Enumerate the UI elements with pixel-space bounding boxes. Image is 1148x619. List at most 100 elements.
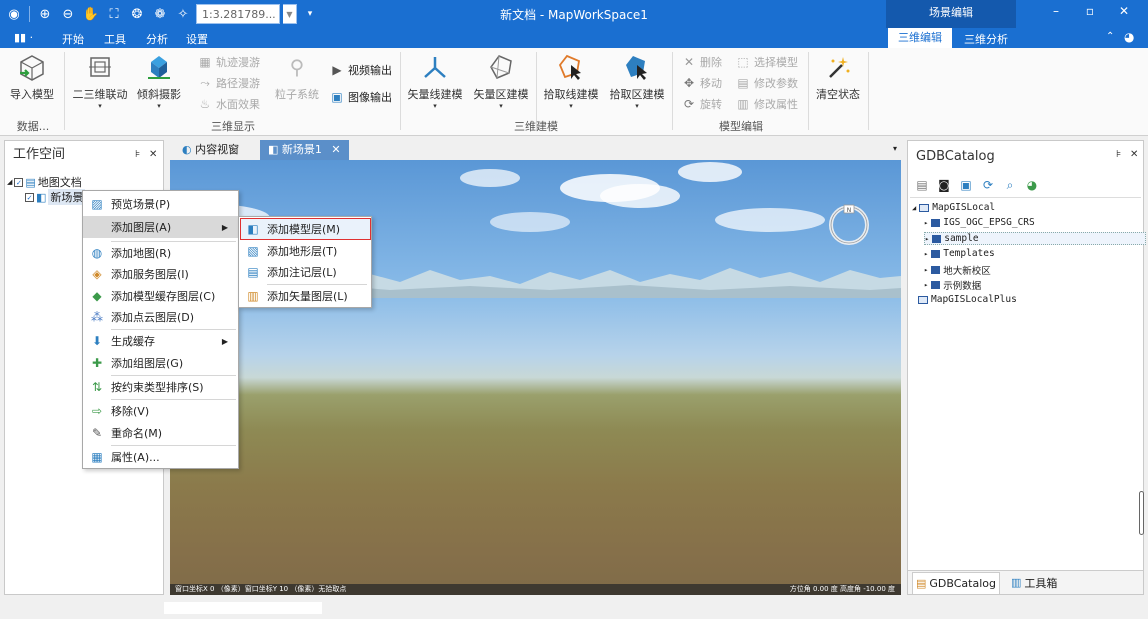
- particle-system-button[interactable]: ⚲ 粒子系统: [272, 52, 322, 102]
- zoom-in-icon[interactable]: ⊕: [35, 4, 55, 24]
- menu-item-remove[interactable]: ⇨ 移除(V): [83, 400, 238, 422]
- pin-icon[interactable]: ⊧: [1116, 149, 1121, 160]
- submenu-arrow-icon: ▶: [221, 336, 228, 346]
- context-menu: ▨ 预览场景(P) 添加图层(A) ▶ ◍ 添加地图(R) ◈ 添加服务图层(I) ◆ 添…: [82, 190, 239, 469]
- clear-magic-icon[interactable]: ✧: [173, 4, 193, 24]
- image-output-button[interactable]: ▣ 图像输出: [330, 89, 392, 105]
- tab-toolbox[interactable]: ▥ 工具箱: [1008, 572, 1060, 594]
- collapse-arrow-icon[interactable]: ▸: [924, 250, 928, 258]
- properties-icon[interactable]: ▤: [914, 177, 930, 193]
- menu-item-generate-cache[interactable]: ⬇ 生成缓存 ▶: [83, 330, 238, 352]
- move-button[interactable]: ✥ 移动: [682, 75, 722, 91]
- path-roam-button[interactable]: ⤳ 路径漫游: [198, 75, 260, 91]
- submenu-item-add-model-layer[interactable]: ◧ 添加模型层(M): [239, 218, 371, 240]
- tree-item-templates[interactable]: ▸ Templates: [924, 248, 995, 259]
- import-model-button[interactable]: 导入模型: [6, 52, 58, 102]
- tab-new-scene-1[interactable]: ◧ 新场景1 ✕: [260, 140, 349, 160]
- close-icon[interactable]: ✕: [1116, 4, 1132, 18]
- tab-3d-analysis[interactable]: 三维分析: [964, 31, 1008, 47]
- menu-item-rename[interactable]: ✎ 重命名(M): [83, 422, 238, 444]
- tree-item-mapgislocal[interactable]: ◢ MapGISLocal: [912, 202, 995, 213]
- connect-icon[interactable]: ◙: [936, 177, 952, 193]
- tab-content-view[interactable]: ◐ 内容视窗: [174, 140, 247, 160]
- tab-3d-edit[interactable]: 三维编辑: [888, 28, 952, 48]
- restore-view-icon[interactable]: ❁: [150, 4, 170, 24]
- track-roam-button[interactable]: ▦ 轨迹漫游: [198, 54, 260, 70]
- full-extent-icon[interactable]: ⛶: [104, 4, 124, 24]
- new-window-icon[interactable]: ▣: [958, 177, 974, 193]
- customize-toolbar-icon[interactable]: ▾: [300, 4, 320, 24]
- submenu-item-add-terrain-layer[interactable]: ▧ 添加地形层(T): [239, 240, 371, 262]
- pan-hand-icon[interactable]: ✋: [81, 4, 101, 24]
- collapse-ribbon-icon[interactable]: ⌃: [1106, 31, 1114, 42]
- collapse-arrow-icon[interactable]: ▸: [925, 235, 929, 243]
- linkage-2d3d-button[interactable]: 二三维联动 ▾: [70, 52, 130, 110]
- compass-icon[interactable]: N: [828, 204, 870, 246]
- scale-dropdown-icon[interactable]: ▼: [283, 4, 297, 24]
- minimize-icon[interactable]: –: [1048, 4, 1064, 18]
- video-output-button[interactable]: ▶ 视频输出: [330, 62, 392, 78]
- collapse-arrow-icon[interactable]: ▸: [924, 281, 928, 289]
- water-effect-button[interactable]: ♨ 水面效果: [198, 96, 260, 112]
- path-roam-icon: ⤳: [200, 75, 210, 90]
- submenu-item-add-annotation-layer[interactable]: ▤ 添加注记层(L): [239, 261, 371, 283]
- pick-area-model-button[interactable]: 拾取区建模 ▾: [606, 52, 668, 110]
- refresh-icon[interactable]: ⟳: [980, 177, 996, 193]
- restore-icon[interactable]: ▫: [1082, 4, 1098, 18]
- refresh-map-icon[interactable]: ❂: [127, 4, 147, 24]
- menu-item-add-group-layer[interactable]: ✚ 添加组图层(G): [83, 352, 238, 374]
- expand-arrow-icon[interactable]: ◢: [912, 204, 916, 212]
- tab-gdbcatalog[interactable]: ▤ GDBCatalog: [912, 571, 1000, 594]
- search-icon[interactable]: ⌕: [1002, 177, 1018, 193]
- tab-close-icon[interactable]: ✕: [331, 143, 340, 156]
- menu-item-add-model-cache-layer[interactable]: ◆ 添加模型缓存图层(C): [83, 285, 238, 307]
- menu-item-properties[interactable]: ▦ 属性(A)...: [83, 446, 238, 468]
- edit-attrs-button[interactable]: ▥ 修改属性: [736, 96, 798, 112]
- menu-item-add-map[interactable]: ◍ 添加地图(R): [83, 242, 238, 264]
- scale-input[interactable]: 1:3.281789...: [196, 4, 280, 24]
- checkbox-icon[interactable]: ✓: [25, 192, 34, 202]
- rotate-button[interactable]: ⟳ 旋转: [682, 96, 722, 112]
- oblique-photo-button[interactable]: 倾斜摄影 ▾: [134, 52, 184, 110]
- menu-item-preview-scene[interactable]: ▨ 预览场景(P): [83, 193, 238, 215]
- clear-state-button[interactable]: 清空状态: [812, 52, 864, 102]
- tree-item-new-scene[interactable]: ✓ ◧ 新场景: [25, 189, 86, 205]
- menu-item-sort-by-constraint[interactable]: ⇅ 按约束类型排序(S): [83, 376, 238, 398]
- app-menu-button[interactable]: ▮▮ ·: [14, 31, 33, 44]
- scrollbar-thumb[interactable]: [1139, 491, 1144, 535]
- collapse-arrow-icon[interactable]: ▸: [924, 266, 928, 274]
- tab-start[interactable]: 开始: [62, 31, 84, 47]
- panel-close-icon[interactable]: ✕: [149, 149, 157, 160]
- checkbox-icon[interactable]: ✓: [14, 177, 24, 187]
- expand-arrow-icon[interactable]: ◢: [7, 178, 12, 186]
- edit-params-button[interactable]: ▤ 修改参数: [736, 75, 798, 91]
- tree-item-mapgislocalplus[interactable]: MapGISLocalPlus: [918, 294, 1017, 305]
- pick-line-model-button[interactable]: 拾取线建模 ▾: [540, 52, 602, 110]
- panel-close-icon[interactable]: ✕: [1130, 149, 1138, 160]
- tree-item-sample[interactable]: ▸ sample: [924, 232, 1146, 245]
- globe-icon[interactable]: ◕: [1024, 177, 1040, 193]
- app-globe-icon[interactable]: ◉: [4, 4, 24, 24]
- tree-item-map-doc[interactable]: ◢ ✓ ▤ 地图文档: [7, 174, 82, 190]
- menu-item-label: 添加图层(A): [111, 221, 172, 234]
- tab-tools[interactable]: 工具: [104, 31, 126, 47]
- help-icon[interactable]: ◕: [1124, 30, 1134, 44]
- tab-settings[interactable]: 设置: [186, 31, 208, 47]
- tab-list-dropdown-icon[interactable]: ▾: [893, 144, 897, 153]
- tree-item-sample-data[interactable]: ▸ 示例数据: [924, 278, 981, 292]
- menu-item-add-layer[interactable]: 添加图层(A) ▶: [83, 216, 238, 238]
- zoom-out-icon[interactable]: ⊖: [58, 4, 78, 24]
- delete-button[interactable]: ✕ 删除: [682, 54, 722, 70]
- menu-item-add-service-layer[interactable]: ◈ 添加服务图层(I): [83, 263, 238, 285]
- tree-item-new-campus[interactable]: ▸ 地大新校区: [924, 263, 991, 277]
- tree-item-label: 地大新校区: [943, 266, 991, 277]
- vector-line-model-button[interactable]: 矢量线建模 ▾: [404, 52, 466, 110]
- tree-item-igs-ogc[interactable]: ▸ IGS_OGC_EPSG_CRS: [924, 217, 1035, 228]
- collapse-arrow-icon[interactable]: ▸: [924, 219, 928, 227]
- select-model-button[interactable]: ⬚ 选择模型: [736, 54, 798, 70]
- tab-analysis[interactable]: 分析: [146, 31, 168, 47]
- vector-area-model-button[interactable]: 矢量区建模 ▾: [470, 52, 532, 110]
- submenu-item-add-vector-layer[interactable]: ▥ 添加矢量图层(L): [239, 285, 371, 307]
- menu-item-add-point-cloud-layer[interactable]: ⁂ 添加点云图层(D): [83, 306, 238, 328]
- pin-icon[interactable]: ⊧: [135, 149, 140, 160]
